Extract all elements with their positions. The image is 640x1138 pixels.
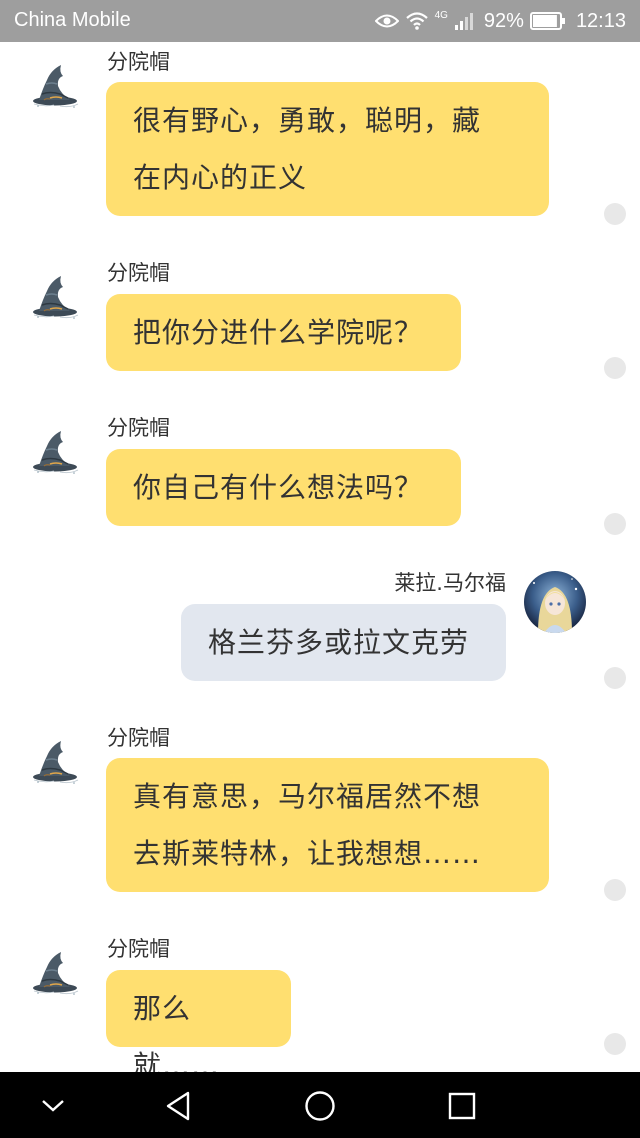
sorting-hat-avatar[interactable] <box>30 426 82 478</box>
sender-name: 莱拉.马尔福 <box>394 571 506 595</box>
sorting-hat-avatar[interactable] <box>30 736 82 788</box>
collapse-icon[interactable] <box>35 1088 71 1124</box>
sorting-hat-avatar[interactable] <box>30 947 82 999</box>
navigation-bar <box>0 1072 640 1138</box>
network-type: 4G <box>434 10 448 21</box>
read-indicator <box>604 513 626 535</box>
read-indicator <box>604 879 626 901</box>
back-icon[interactable] <box>160 1088 196 1124</box>
girl-avatar[interactable] <box>524 571 586 633</box>
message-bubble[interactable]: 那么就…… <box>106 970 291 1072</box>
read-indicator <box>604 1033 626 1055</box>
message-text-line: 去斯莱特林，让我想想…… <box>133 837 482 870</box>
message-text-line: 你自己有什么想法吗？ <box>133 471 424 504</box>
recents-icon[interactable] <box>444 1088 480 1124</box>
message-bubble[interactable]: 把你分进什么学院呢？ <box>106 294 461 371</box>
sorting-hat-avatar[interactable] <box>30 271 82 323</box>
battery-icon <box>529 12 565 30</box>
read-indicator <box>604 203 626 225</box>
sender-name: 分院帽 <box>107 937 170 961</box>
wifi-icon <box>405 12 428 30</box>
sender-name: 分院帽 <box>107 50 170 74</box>
read-indicator <box>604 667 626 689</box>
sender-name: 分院帽 <box>107 261 170 285</box>
status-bar: China Mobile 4G 92% 12:13 <box>0 0 640 42</box>
message-text-line: 那么就…… <box>133 992 221 1072</box>
eye-icon <box>374 14 399 28</box>
message-bubble[interactable]: 格兰芬多或拉文克劳 <box>181 604 506 681</box>
carrier-name: China Mobile <box>14 9 131 31</box>
home-icon[interactable] <box>302 1088 338 1124</box>
message-bubble[interactable]: 很有野心，勇敢，聪明，藏 在内心的正义 <box>106 82 549 216</box>
message-bubble[interactable]: 你自己有什么想法吗？ <box>106 449 461 526</box>
clock: 12:13 <box>575 9 626 32</box>
message-text-line: 把你分进什么学院呢？ <box>133 316 424 349</box>
message-text-line: 格兰芬多或拉文克劳 <box>208 626 470 659</box>
sender-name: 分院帽 <box>107 726 170 750</box>
sorting-hat-avatar[interactable] <box>30 60 82 112</box>
message-bubble[interactable]: 真有意思，马尔福居然不想 去斯莱特林，让我想想…… <box>106 758 549 892</box>
sender-name: 分院帽 <box>107 416 170 440</box>
message-text-line: 很有野心，勇敢，聪明，藏 <box>133 104 482 137</box>
signal-icon <box>454 13 473 30</box>
message-text-line: 真有意思，马尔福居然不想 <box>133 780 482 813</box>
battery-percent: 92% <box>483 9 524 32</box>
status-icons: 4G 92% 12:13 <box>374 9 626 33</box>
read-indicator <box>604 357 626 379</box>
chat-list[interactable]: 分院帽 很有野心，勇敢，聪明，藏 在内心的正义 分院帽 把你分进什么学院呢？ 分… <box>0 42 640 1072</box>
message-text-line: 在内心的正义 <box>133 161 308 194</box>
